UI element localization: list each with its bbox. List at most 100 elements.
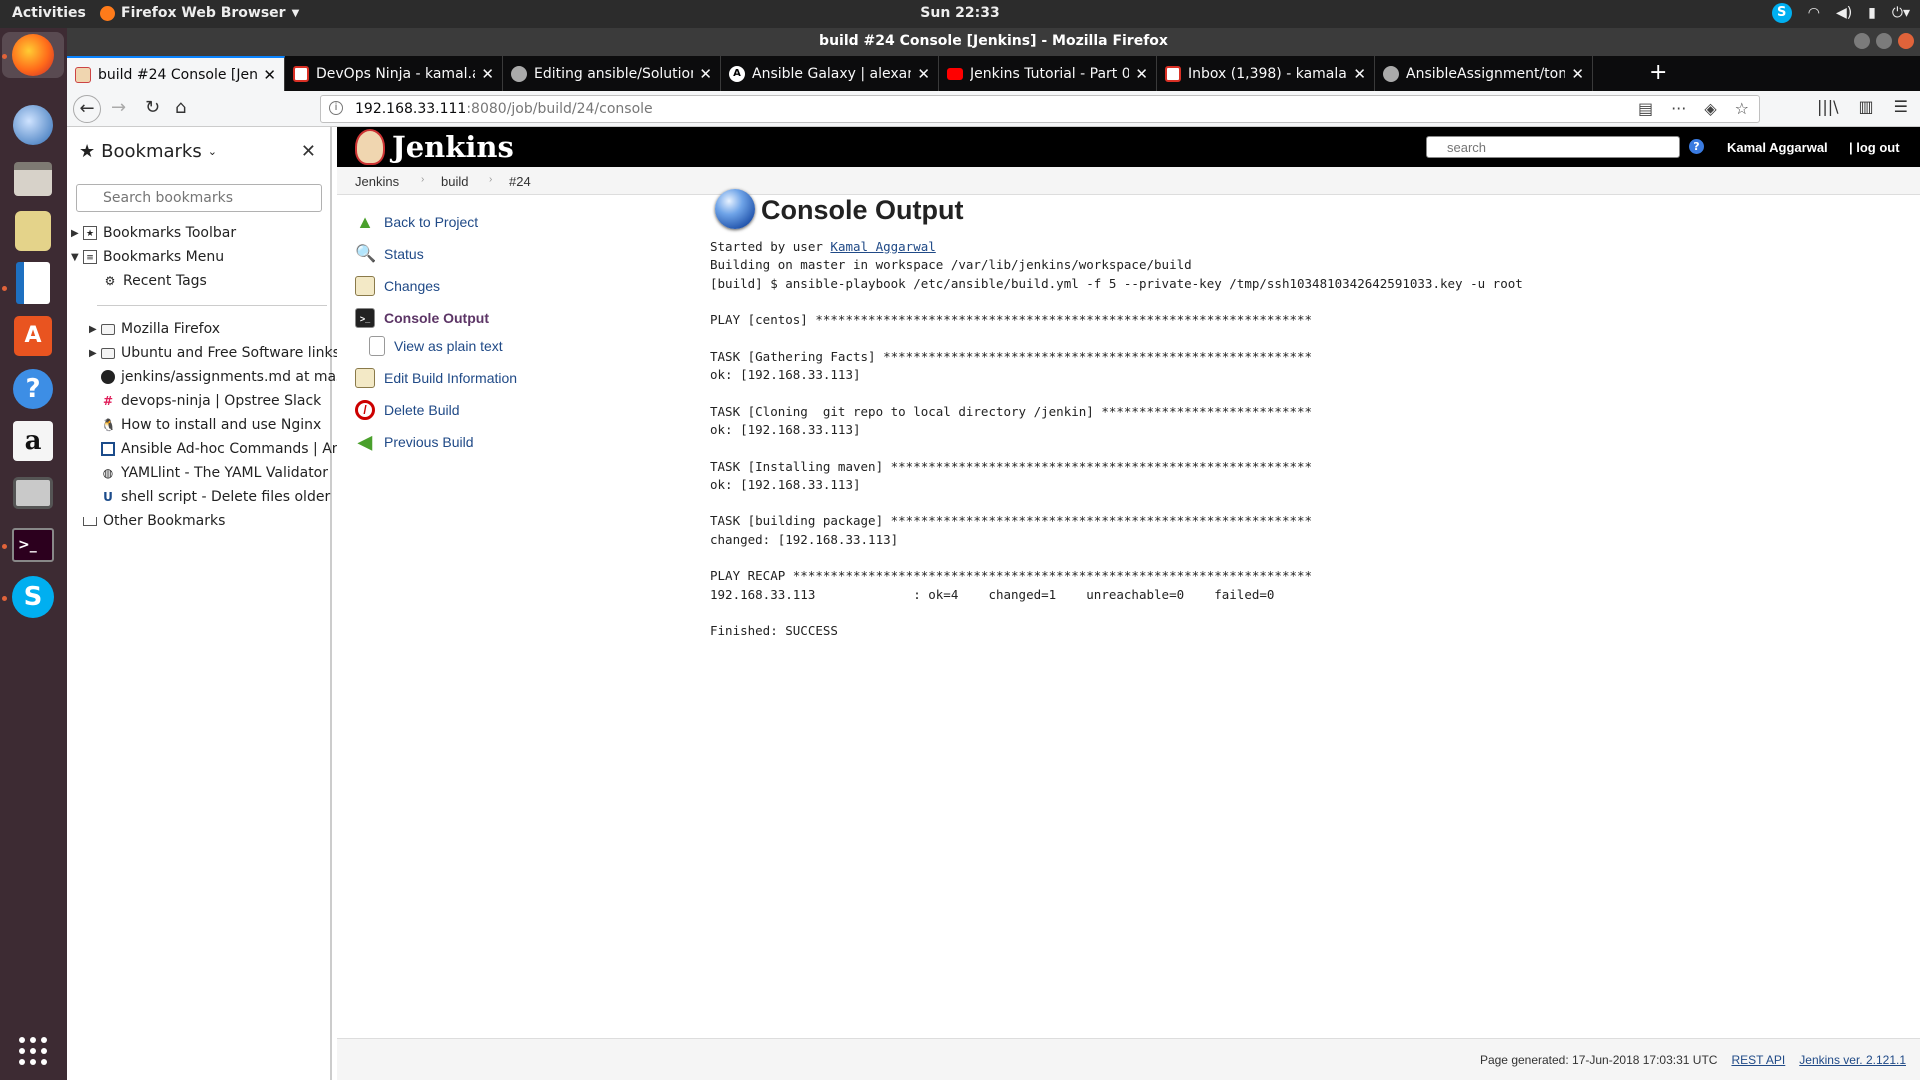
github-icon [511,65,527,82]
sidebar-item-shell-script[interactable]: U shell script - Delete files older [101,486,363,508]
volume-icon[interactable]: ◀) [1836,5,1852,21]
tab-devops-ninja[interactable]: DevOps Ninja - kamal.agg ✕ [285,56,503,91]
rest-api-link[interactable]: REST API [1731,1053,1785,1067]
wifi-icon[interactable]: ◠ [1808,5,1820,21]
reader-view-icon[interactable]: ▤ [1638,99,1653,118]
jenkins-brand[interactable]: Jenkins [392,130,514,164]
url-bar[interactable]: i 192.168.33.111:8080/job/build/24/conso… [320,95,1760,123]
sidebar-item-bookmarks-toolbar[interactable]: ▶ ★ Bookmarks Toolbar [71,222,333,244]
url-text[interactable]: 192.168.33.111:8080/job/build/24/console [355,101,653,117]
sidebar-item-opstree-slack[interactable]: # devops-ninja | Opstree Slack [101,390,363,412]
show-applications-icon[interactable] [10,1028,56,1074]
jenkins-search-input[interactable] [1426,136,1680,158]
expand-triangle-icon[interactable]: ▶ [71,228,83,239]
task-back-to-project[interactable]: ▲ Back to Project [355,210,478,234]
chevron-right-icon[interactable]: › [489,174,492,185]
task-edit-build-info[interactable]: Edit Build Information [355,366,517,390]
close-tab-icon[interactable]: ✕ [1135,65,1148,83]
rhythmbox-launcher-icon[interactable] [10,208,56,254]
task-status[interactable]: 🔍 Status [355,242,424,266]
firefox-launcher-icon[interactable] [2,32,64,78]
close-icon[interactable]: ✕ [301,141,316,162]
expand-triangle-icon[interactable]: ▶ [89,348,101,359]
back-arrow-icon[interactable]: ← [73,95,101,123]
library-icon[interactable]: |||\ [1817,97,1839,116]
sidebar-toggle-icon[interactable]: ▥ [1859,97,1874,116]
tab-jenkins-console[interactable]: build #24 Console [Jenkins] ✕ [67,56,285,91]
collapse-triangle-icon[interactable]: ▼ [71,252,83,263]
task-changes[interactable]: Changes [355,274,440,298]
minimize-button[interactable] [1854,33,1870,49]
user-link[interactable]: Kamal Aggarwal [1727,140,1828,155]
sidebar-item-recent-tags[interactable]: ⚙ Recent Tags [103,270,365,292]
started-by-user-link[interactable]: Kamal Aggarwal [830,239,935,254]
skype-launcher-icon[interactable]: S [10,574,56,620]
amazon-launcher-icon[interactable]: a [10,418,56,464]
task-previous-build[interactable]: ◀ Previous Build [355,430,473,454]
task-delete-build[interactable]: / Delete Build [355,398,460,422]
close-tab-icon[interactable]: ✕ [699,65,712,83]
close-tab-icon[interactable]: ✕ [1353,65,1366,83]
terminal-launcher-icon[interactable]: >_ [10,522,56,568]
camera-launcher-icon[interactable] [10,470,56,516]
breadcrumb-jenkins[interactable]: Jenkins [355,174,399,189]
window-title-bar: build #24 Console [Jenkins] - Mozilla Fi… [67,28,1920,56]
sidebar-item-other-bookmarks[interactable]: Other Bookmarks [83,510,345,532]
site-info-icon[interactable]: i [329,101,343,115]
chevron-right-icon[interactable]: › [421,174,424,185]
forward-arrow-icon[interactable]: → [111,97,126,118]
close-tab-icon[interactable]: ✕ [481,65,494,83]
power-menu-icon[interactable]: ⏻▾ [1892,5,1910,21]
jenkins-version-link[interactable]: Jenkins ver. 2.121.1 [1799,1053,1906,1067]
pocket-icon[interactable]: ◈ [1704,99,1716,118]
sidebar-item-nginx[interactable]: 🐧 How to install and use Nginx [101,414,363,436]
task-view-plain-text[interactable]: View as plain text [369,334,503,358]
maximize-button[interactable] [1876,33,1892,49]
sidebar-item-bookmarks-menu[interactable]: ▼ ≡ Bookmarks Menu [71,246,333,268]
close-tab-icon[interactable]: ✕ [917,65,930,83]
close-window-button[interactable] [1898,33,1914,49]
window-title: build #24 Console [Jenkins] - Mozilla Fi… [819,33,1168,49]
clock[interactable]: Sun 22:33 [0,5,1920,21]
tab-ansible-galaxy[interactable]: A Ansible Galaxy | alexander ✕ [721,56,939,91]
tab-jenkins-tutorial[interactable]: Jenkins Tutorial - Part 04 ✕ [939,56,1157,91]
bookmark-star-icon[interactable]: ☆ [1735,99,1749,118]
sidebar-item-ubuntu-links[interactable]: ▶ Ubuntu and Free Software links [89,342,351,364]
close-tab-icon[interactable]: ✕ [1571,65,1584,83]
writer-launcher-icon[interactable] [10,260,56,306]
sidebar-title: Bookmarks [101,141,202,162]
globe-icon: ◍ [102,466,114,480]
jenkins-logo-icon[interactable] [355,129,385,165]
sidebar-item-yamllint[interactable]: ◍ YAMLlint - The YAML Validator [101,462,363,484]
no-entry-icon: / [355,400,375,420]
battery-icon[interactable]: ▮ [1868,5,1876,21]
help-icon[interactable]: ? [1689,139,1704,154]
close-tab-icon[interactable]: ✕ [263,66,276,84]
sidebar-item-ansible-adhoc[interactable]: Ansible Ad-hoc Commands | Ansible [101,438,363,460]
expand-triangle-icon[interactable]: ▶ [89,324,101,335]
sidebar-item-mozilla-firefox[interactable]: ▶ Mozilla Firefox [89,318,351,340]
tab-inbox[interactable]: Inbox (1,398) - kamalagg ✕ [1157,56,1375,91]
tab-editing-ansible[interactable]: Editing ansible/Solutions ✕ [503,56,721,91]
software-center-launcher-icon[interactable]: A [10,313,56,359]
help-launcher-icon[interactable]: ? [10,366,56,412]
window-controls [1854,33,1914,49]
home-icon[interactable]: ⌂ [175,97,186,118]
slack-icon: # [102,394,114,408]
page-actions-icon[interactable]: ··· [1671,99,1686,118]
reload-icon[interactable]: ↻ [145,97,160,118]
task-console-output[interactable]: >_ Console Output [355,306,489,330]
sidebar-item-jenkins-assignments[interactable]: jenkins/assignments.md at master [101,366,363,388]
tab-ansible-assignment[interactable]: AnsibleAssignment/tomcat ✕ [1375,56,1593,91]
system-tray: S ◠ ◀) ▮ ⏻▾ [1771,3,1910,23]
new-tab-icon[interactable]: + [1649,60,1667,85]
thunderbird-launcher-icon[interactable] [10,102,56,148]
breadcrumb-build-number[interactable]: #24 [509,174,531,189]
sidebar-header[interactable]: ★ Bookmarks ⌄ [79,141,217,162]
files-launcher-icon[interactable] [10,156,56,202]
search-bookmarks-input[interactable] [76,184,322,212]
hamburger-menu-icon[interactable]: ☰ [1894,97,1908,116]
logout-link[interactable]: | log out [1849,140,1900,155]
skype-tray-icon[interactable]: S [1771,3,1792,23]
breadcrumb-build[interactable]: build [441,174,468,189]
